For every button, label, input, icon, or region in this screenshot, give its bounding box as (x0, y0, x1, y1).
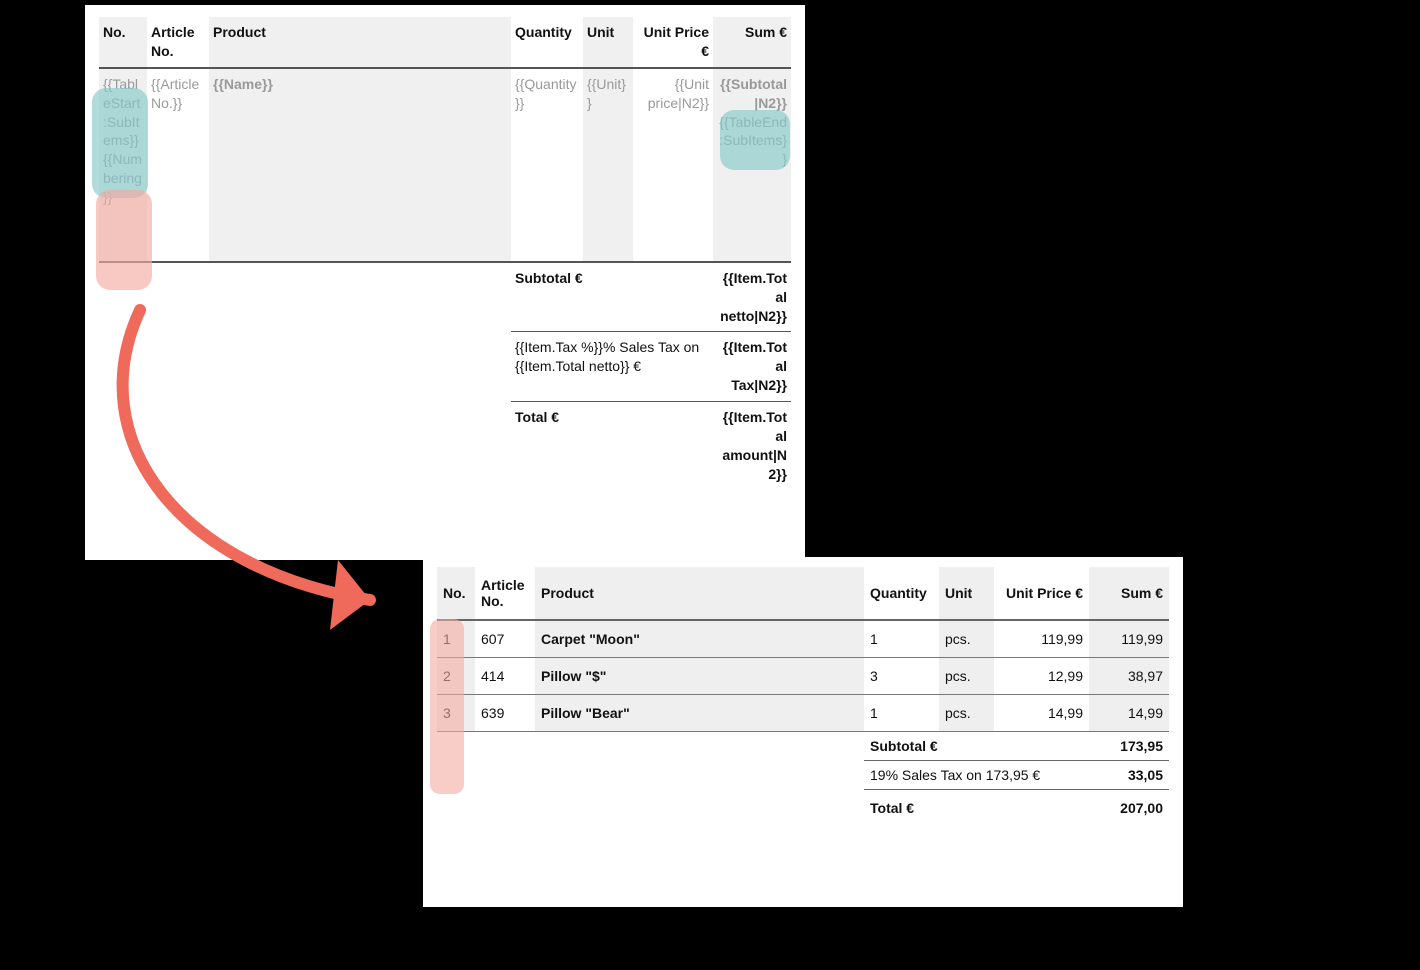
arrow-icon (60, 300, 460, 680)
rcol-no: No. (437, 567, 475, 620)
col-no: No. (99, 17, 147, 68)
cell-unit: {{Unit}} (583, 68, 633, 262)
rcol-unit: Unit (939, 567, 994, 620)
cell-sum: 14,99 (1089, 695, 1169, 732)
rendered-total-row: Total € 207,00 (437, 790, 1169, 827)
rsub-label: Subtotal € (864, 732, 1089, 761)
tag-subtotal: {{Subtotal|N2}} (720, 76, 787, 111)
tax-value: {{Item.Total Tax|N2}} (713, 332, 791, 402)
highlight-tableend (720, 110, 790, 170)
rtotal-value: 207,00 (1089, 790, 1169, 827)
col-product: Product (209, 17, 511, 68)
cell-name: Pillow "Bear" (535, 695, 864, 732)
table-row: 1607Carpet "Moon"1pcs.119,99119,99 (437, 620, 1169, 658)
col-article: Article No. (147, 17, 209, 68)
highlight-tablestart (92, 88, 148, 198)
total-value: {{Item.Total amount|N2}} (713, 402, 791, 490)
rtotal-label: Total € (864, 790, 1089, 827)
cell-sum: 119,99 (1089, 620, 1169, 658)
rendered-sub-row: Subtotal € 173,95 (437, 732, 1169, 761)
table-row: 3639Pillow "Bear"1pcs.14,9914,99 (437, 695, 1169, 732)
rcol-qty: Quantity (864, 567, 939, 620)
cell-name: Carpet "Moon" (535, 620, 864, 658)
rendered-tax-row: 19% Sales Tax on 173,95 € 33,05 (437, 761, 1169, 790)
col-uprice: Unit Price € (633, 17, 713, 68)
cell-uprice: {{Unit price|N2}} (633, 68, 713, 262)
rendered-items: 1607Carpet "Moon"1pcs.119,99119,992414Pi… (437, 620, 1169, 732)
table-row: 2414Pillow "$"3pcs.12,9938,97 (437, 658, 1169, 695)
cell-article: {{Article No.}} (147, 68, 209, 262)
cell-qty: {{Quantity}} (511, 68, 583, 262)
template-header-row: No. Article No. Product Quantity Unit Un… (99, 17, 791, 68)
rcol-article: Article No. (475, 567, 535, 620)
cell-unit: pcs. (939, 695, 994, 732)
total-label: Total € (511, 402, 713, 490)
rcol-sum: Sum € (1089, 567, 1169, 620)
col-qty: Quantity (511, 17, 583, 68)
rtax-label: 19% Sales Tax on 173,95 € (864, 761, 1089, 790)
highlight-numbering (96, 190, 152, 290)
cell-uprice: 119,99 (994, 620, 1089, 658)
rendered-card: No. Article No. Product Quantity Unit Un… (423, 557, 1183, 907)
cell-unit: pcs. (939, 658, 994, 695)
cell-name: Pillow "$" (535, 658, 864, 695)
cell-unit: pcs. (939, 620, 994, 658)
rcol-uprice: Unit Price € (994, 567, 1089, 620)
rsub-value: 173,95 (1089, 732, 1169, 761)
cell-article: 639 (475, 695, 535, 732)
rtax-value: 33,05 (1089, 761, 1169, 790)
sub-label: Subtotal € (511, 262, 713, 332)
rcol-product: Product (535, 567, 864, 620)
cell-qty: 3 (864, 658, 939, 695)
cell-sum: 38,97 (1089, 658, 1169, 695)
col-sum: Sum € (713, 17, 791, 68)
tax-label: {{Item.Tax %}}% Sales Tax on {{Item.Tota… (511, 332, 713, 402)
sub-value: {{Item.Total netto|N2}} (713, 262, 791, 332)
cell-uprice: 12,99 (994, 658, 1089, 695)
cell-name: {{Name}} (209, 68, 511, 262)
cell-qty: 1 (864, 695, 939, 732)
stage: No. Article No. Product Quantity Unit Un… (0, 0, 1420, 970)
rendered-table: No. Article No. Product Quantity Unit Un… (437, 567, 1169, 826)
highlight-numbering-rendered (430, 619, 464, 794)
rendered-header-row: No. Article No. Product Quantity Unit Un… (437, 567, 1169, 620)
cell-article: 414 (475, 658, 535, 695)
col-unit: Unit (583, 17, 633, 68)
template-item-row: {{TableStart:SubItems}}{{Numbering}} {{A… (99, 68, 791, 262)
cell-article: 607 (475, 620, 535, 658)
cell-qty: 1 (864, 620, 939, 658)
cell-uprice: 14,99 (994, 695, 1089, 732)
